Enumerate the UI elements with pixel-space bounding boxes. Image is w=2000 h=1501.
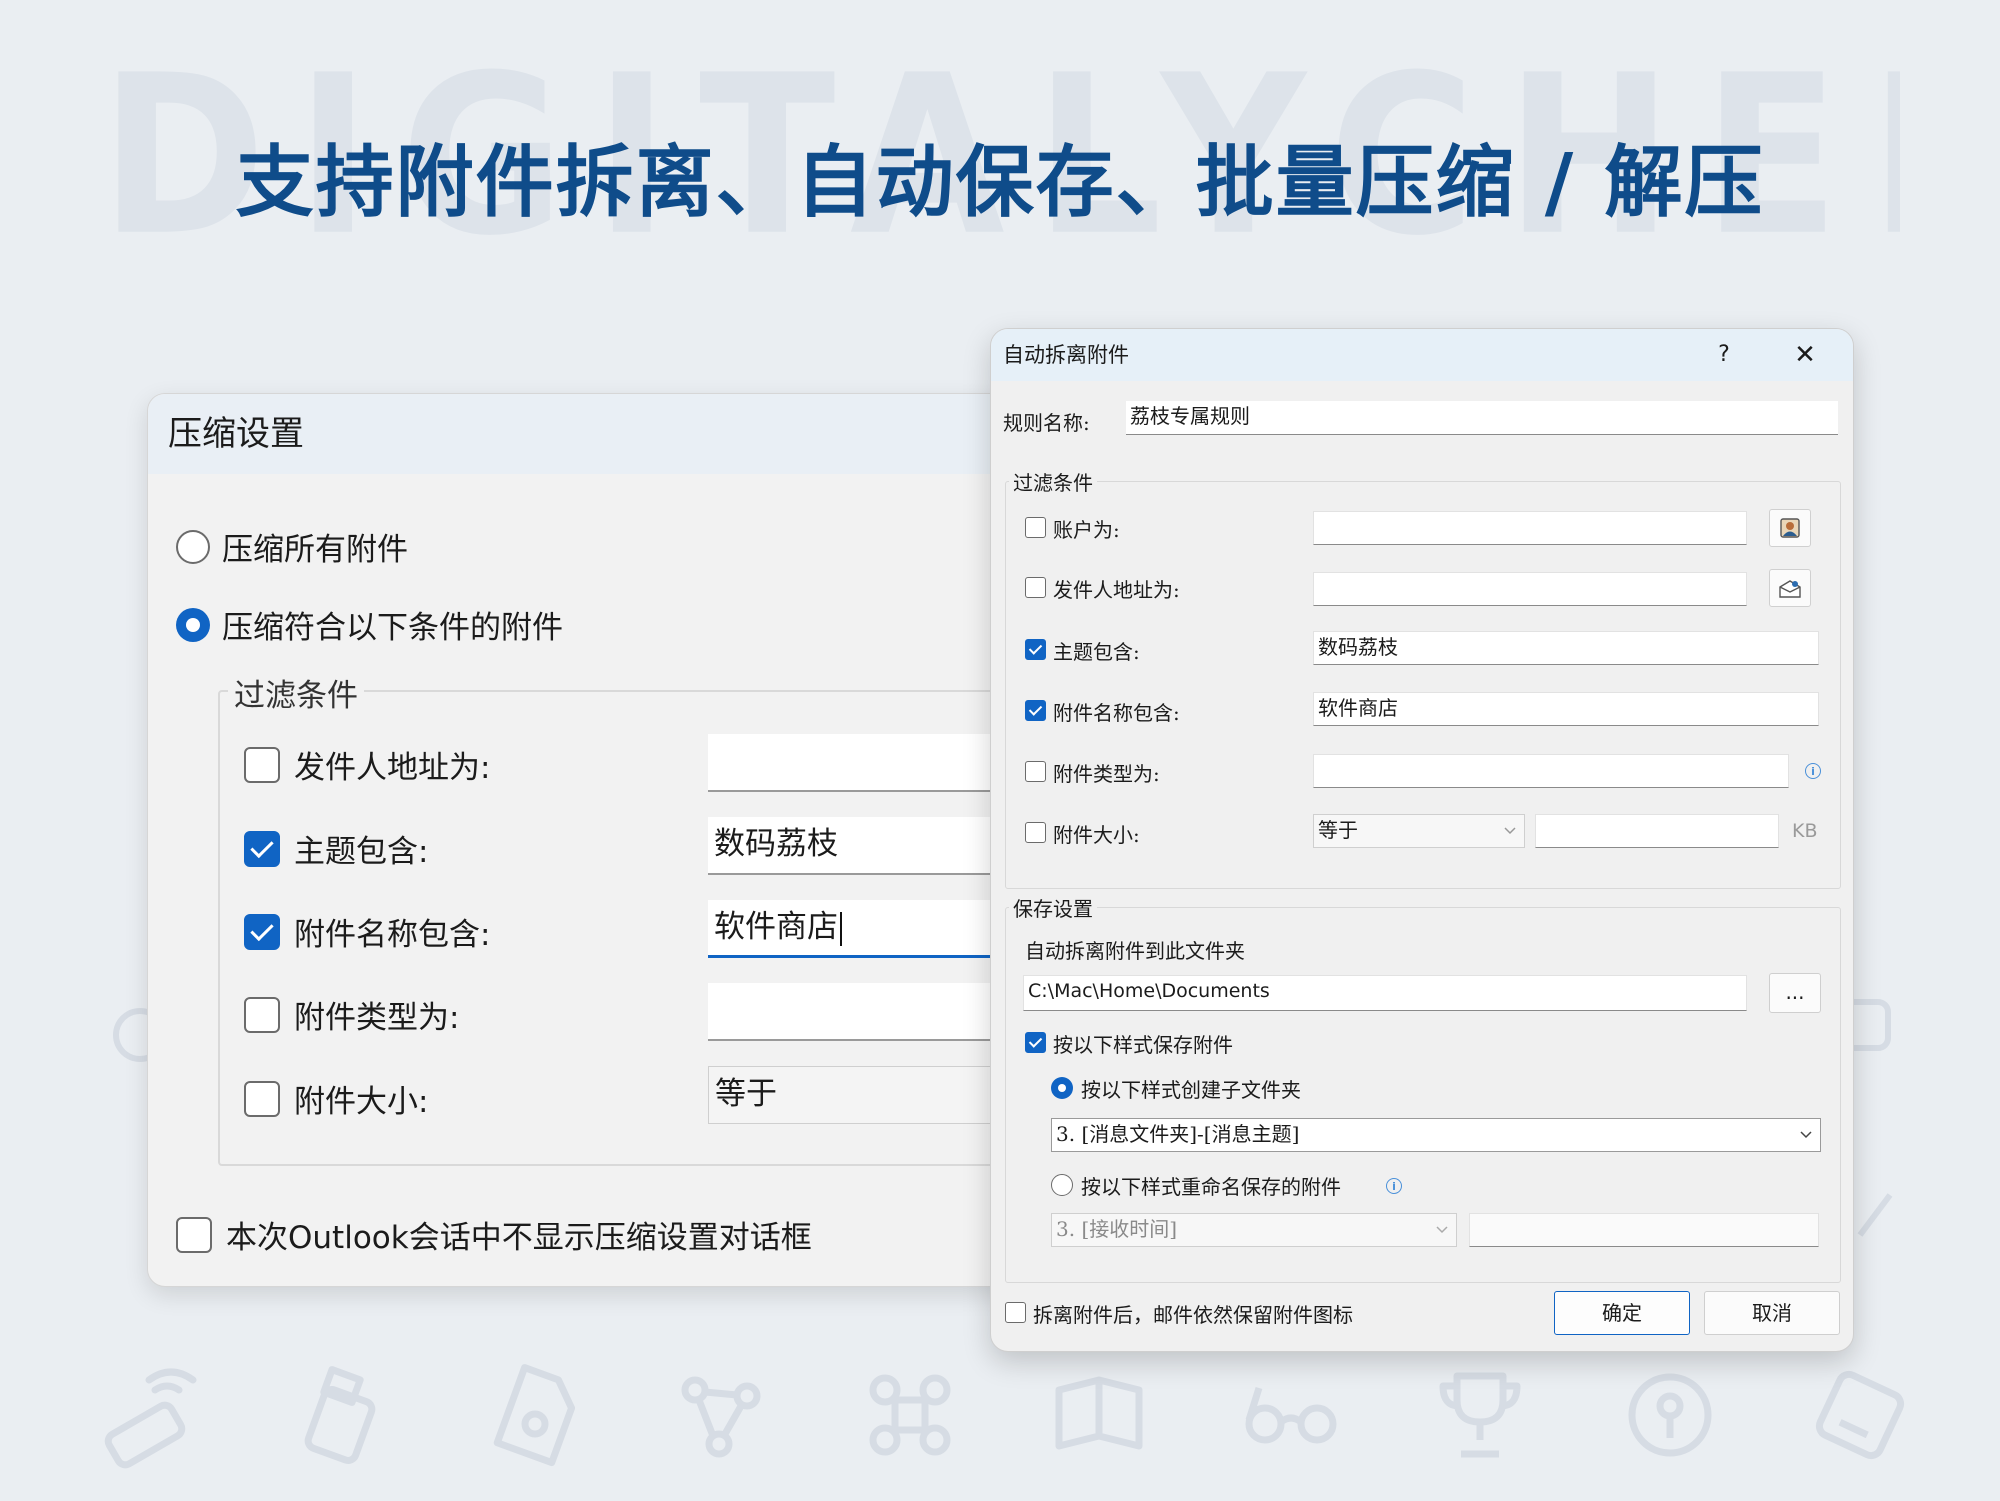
sender-checkbox[interactable] <box>1025 577 1046 598</box>
subfolder-pattern-select[interactable]: 3. [消息文件夹]-[消息主题] <box>1051 1118 1821 1152</box>
text-caret <box>840 911 842 946</box>
compress-attachment-size-filter[interactable]: 附件大小: <box>244 1076 428 1121</box>
compress-conditional-radio[interactable] <box>176 607 210 642</box>
chevron-down-icon <box>1434 1214 1450 1246</box>
book-icon <box>1045 1360 1155 1470</box>
save-style-checkbox[interactable] <box>1025 1032 1046 1053</box>
compress-sender-label: 发件人地址为: <box>294 750 491 786</box>
rename-radio[interactable] <box>1051 1174 1073 1196</box>
cancel-button[interactable]: 取消 <box>1704 1291 1840 1335</box>
info-icon[interactable]: i <box>1805 763 1821 779</box>
compress-filter-legend: 过滤条件 <box>228 670 364 715</box>
save-style-label: 按以下样式保存附件 <box>1053 1033 1233 1057</box>
ok-button[interactable]: 确定 <box>1554 1291 1690 1335</box>
folder-path-input[interactable]: C:\Mac\Home\Documents <box>1023 975 1747 1011</box>
rename-pattern-value: 3. [接收时间] <box>1056 1217 1178 1241</box>
attachment-size-input[interactable] <box>1535 814 1779 848</box>
compress-attachment-size-checkbox[interactable] <box>244 1080 280 1117</box>
subject-input[interactable]: 数码荔枝 <box>1313 631 1819 665</box>
size-unit-label: KB <box>1792 820 1818 842</box>
envelope-person-icon <box>1779 580 1801 598</box>
attachment-size-label: 附件大小: <box>1053 823 1140 847</box>
rename-label: 按以下样式重命名保存的附件 <box>1081 1175 1341 1199</box>
attachment-name-input[interactable]: 软件商店 <box>1313 692 1819 726</box>
glasses-icon <box>1235 1360 1345 1470</box>
compress-dont-show-label: 本次Outlook会话中不显示压缩设置对话框 <box>226 1220 812 1256</box>
compress-subject-filter[interactable]: 主题包含: <box>244 826 428 871</box>
headline: 支持附件拆离、自动保存、批量压缩 / 解压 <box>235 138 1765 228</box>
compress-conditional-option[interactable]: 压缩符合以下条件的附件 <box>176 602 563 647</box>
attachment-type-input[interactable] <box>1313 754 1789 788</box>
chevron-down-icon <box>1502 815 1518 847</box>
compress-subject-label: 主题包含: <box>294 834 429 870</box>
compress-all-label: 压缩所有附件 <box>222 532 408 568</box>
storage-icon <box>1805 1360 1915 1470</box>
keep-icon-label: 拆离附件后，邮件依然保留附件图标 <box>1033 1303 1353 1327</box>
trophy-icon <box>1425 1360 1535 1470</box>
detach-filter-legend: 过滤条件 <box>1009 467 1097 496</box>
router-icon <box>95 1360 205 1470</box>
compress-attachment-type-filter[interactable]: 附件类型为: <box>244 992 459 1037</box>
compress-attachment-type-label: 附件类型为: <box>294 1000 460 1036</box>
rename-suffix-input[interactable] <box>1469 1213 1819 1247</box>
help-button[interactable]: ? <box>1709 329 1739 381</box>
compress-attachment-name-label: 附件名称包含: <box>294 917 491 953</box>
attachment-size-checkbox[interactable] <box>1025 822 1046 843</box>
keep-icon-checkbox[interactable] <box>1005 1302 1026 1323</box>
attachment-name-label: 附件名称包含: <box>1053 701 1180 725</box>
sender-input[interactable] <box>1313 572 1747 606</box>
compress-attachment-name-checkbox[interactable] <box>244 913 280 950</box>
close-icon[interactable]: ✕ <box>1787 329 1823 381</box>
rule-name-input[interactable]: 荔枝专属规则 <box>1126 401 1838 435</box>
folder-label: 自动拆离附件到此文件夹 <box>1025 939 1245 963</box>
create-subfolder-label: 按以下样式创建子文件夹 <box>1081 1078 1301 1102</box>
browse-folder-button[interactable]: ... <box>1769 973 1821 1013</box>
auto-detach-dialog: 自动拆离附件 ? ✕ 规则名称: 荔枝专属规则 过滤条件 账户为: 发件人地址为… <box>990 328 1854 1352</box>
file-lock-icon <box>475 1360 585 1470</box>
key-badge-icon <box>1615 1360 1725 1470</box>
size-operator-select[interactable]: 等于 <box>1313 814 1525 848</box>
create-subfolder-radio[interactable] <box>1051 1077 1073 1099</box>
address-book-button[interactable] <box>1769 509 1811 547</box>
account-input[interactable] <box>1313 511 1747 545</box>
compress-attachment-type-checkbox[interactable] <box>244 996 280 1033</box>
detach-dialog-titlebar: 自动拆离附件 ? ✕ <box>991 329 1853 381</box>
compress-sender-checkbox[interactable] <box>244 746 280 783</box>
compress-attachment-name-filter[interactable]: 附件名称包含: <box>244 909 490 954</box>
compress-all-radio[interactable] <box>176 529 210 564</box>
command-key-icon <box>855 1360 965 1470</box>
attachment-type-checkbox[interactable] <box>1025 761 1046 782</box>
size-operator-value: 等于 <box>1318 818 1358 842</box>
compress-dont-show-checkbox[interactable] <box>176 1216 212 1253</box>
rule-name-label: 规则名称: <box>1003 411 1090 435</box>
info-icon[interactable]: i <box>1386 1178 1402 1194</box>
compress-dont-show-option[interactable]: 本次Outlook会话中不显示压缩设置对话框 <box>176 1212 812 1257</box>
compress-attachment-name-value: 软件商店 <box>714 909 838 945</box>
subject-checkbox[interactable] <box>1025 639 1046 660</box>
compress-subject-checkbox[interactable] <box>244 830 280 867</box>
nodes-icon <box>665 1360 775 1470</box>
rename-pattern-select[interactable]: 3. [接收时间] <box>1051 1213 1457 1247</box>
detach-dialog-title: 自动拆离附件 <box>1003 343 1129 367</box>
sender-label: 发件人地址为: <box>1053 578 1180 602</box>
usb-drive-icon <box>285 1360 395 1470</box>
address-book-icon <box>1780 518 1800 538</box>
compress-all-option[interactable]: 压缩所有附件 <box>176 524 408 569</box>
compress-conditional-label: 压缩符合以下条件的附件 <box>222 610 563 646</box>
chevron-down-icon <box>1798 1119 1814 1151</box>
attachment-type-label: 附件类型为: <box>1053 762 1160 786</box>
compress-sender-filter[interactable]: 发件人地址为: <box>244 742 490 787</box>
detach-save-legend: 保存设置 <box>1009 893 1097 922</box>
subfolder-pattern-value: 3. [消息文件夹]-[消息主题] <box>1056 1122 1300 1146</box>
sender-picker-button[interactable] <box>1769 569 1811 607</box>
account-label: 账户为: <box>1053 518 1120 542</box>
subject-label: 主题包含: <box>1053 640 1140 664</box>
compress-attachment-size-label: 附件大小: <box>294 1084 429 1120</box>
attachment-name-checkbox[interactable] <box>1025 700 1046 721</box>
account-checkbox[interactable] <box>1025 517 1046 538</box>
